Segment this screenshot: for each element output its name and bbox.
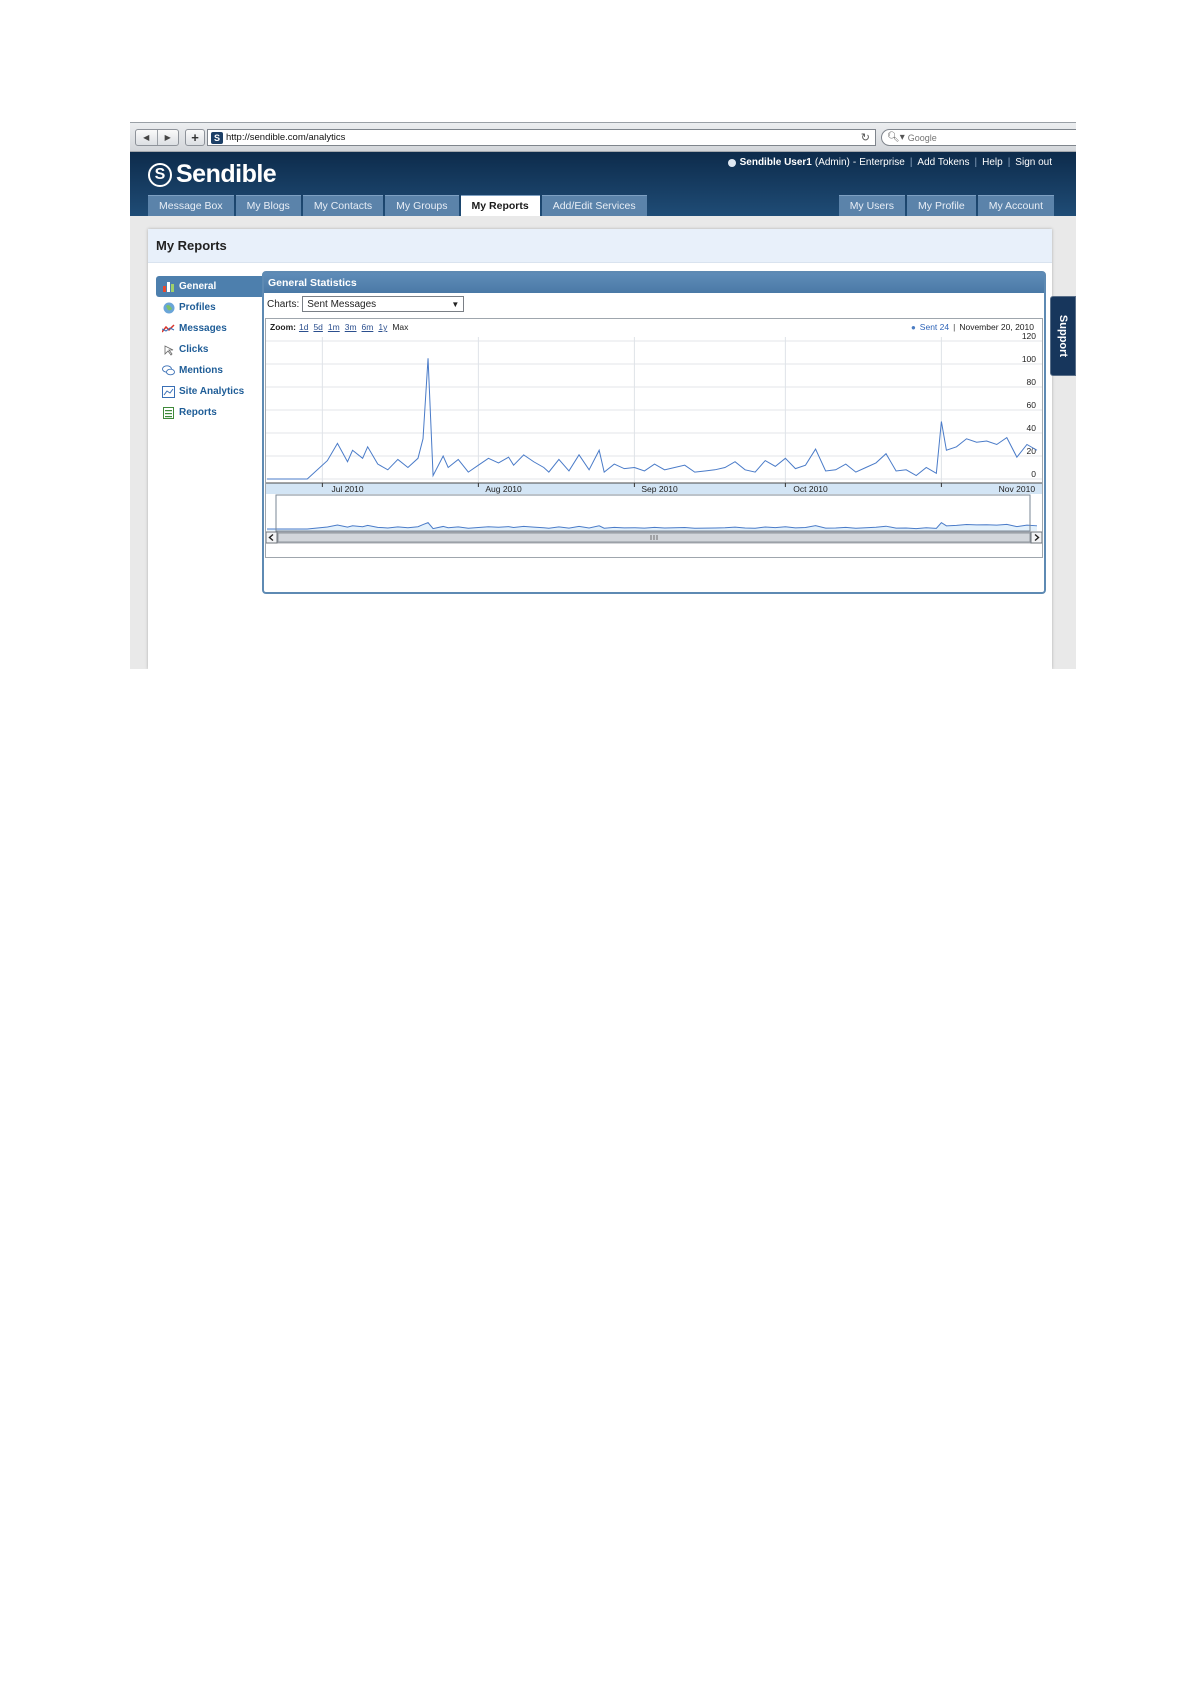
- x-tick-label: Aug 2010: [485, 484, 522, 494]
- tab-my-profile[interactable]: My Profile: [907, 195, 976, 216]
- zoom-label: Zoom:: [270, 322, 296, 332]
- account-tabs: My Users My Profile My Account: [838, 195, 1054, 216]
- speech-bubbles-icon: [162, 364, 175, 377]
- plus-icon[interactable]: +: [185, 129, 205, 146]
- sidebar-item-messages[interactable]: Messages: [156, 318, 264, 339]
- legend-date: November 20, 2010: [959, 322, 1034, 332]
- cursor-icon: [162, 343, 175, 356]
- sidebar-item-label: Mentions: [179, 365, 223, 376]
- sidebar-item-general[interactable]: General: [156, 276, 264, 297]
- app-header: S Sendible Sendible User1 (Admin) - Ente…: [130, 152, 1076, 216]
- reload-icon[interactable]: ↻: [861, 131, 870, 144]
- support-tab[interactable]: Support: [1050, 296, 1076, 376]
- charts-label: Charts:: [267, 298, 300, 310]
- page-title: My Reports: [148, 229, 1052, 263]
- logo-text: Sendible: [176, 160, 277, 188]
- chart-canvas: 020406080100120Jul 2010 Aug 2010 Sep 2010 O…: [266, 331, 1042, 544]
- y-tick-label: 80: [1027, 377, 1037, 387]
- sidebar-item-label: Reports: [179, 407, 217, 418]
- zoom-controls: Zoom: 1d 5d 1m 3m 6m 1y Max: [270, 322, 413, 332]
- sidebar-item-reports[interactable]: Reports: [156, 402, 264, 423]
- chart-type-select[interactable]: Sent Messages ▼: [302, 296, 465, 312]
- site-favicon-icon: S: [211, 131, 223, 144]
- tab-my-blogs[interactable]: My Blogs: [235, 195, 301, 216]
- y-tick-label: 100: [1022, 354, 1036, 364]
- support-label: Support: [1057, 314, 1070, 358]
- tab-my-groups[interactable]: My Groups: [385, 195, 459, 216]
- y-tick-label: 120: [1022, 331, 1036, 341]
- panel-title: General Statistics: [264, 273, 1044, 293]
- analytics-chart-icon: [162, 385, 175, 398]
- sidebar-item-label: Profiles: [179, 302, 216, 313]
- sidebar-item-label: Messages: [179, 323, 227, 334]
- zoom-1m-link[interactable]: 1m: [328, 322, 340, 332]
- sent-messages-chart: 0 20 40 60 80 100 120 Jul 2010 Aug 2010 Sep 2010 O…: [265, 318, 1043, 558]
- sidebar-item-site-analytics[interactable]: Site Analytics: [156, 381, 264, 402]
- tab-my-account[interactable]: My Account: [977, 195, 1054, 216]
- zoom-5d-link[interactable]: 5d: [313, 322, 322, 332]
- screenshot: ◀ ▶ + S http://sendible.com/analytics ↻ …: [130, 122, 1076, 669]
- search-box[interactable]: 🔍︎▾: [881, 129, 1076, 146]
- address-bar[interactable]: S http://sendible.com/analytics ↻: [207, 129, 876, 146]
- search-icon: 🔍︎▾: [887, 132, 905, 143]
- tab-my-users[interactable]: My Users: [838, 195, 906, 216]
- spreadsheet-icon: [162, 406, 175, 419]
- chart-legend: ● Sent 24 | November 20, 2010: [910, 322, 1034, 332]
- general-statistics-panel: General Statistics Charts: Sent Messages…: [262, 271, 1046, 594]
- main-tabs: Message Box My Blogs My Contacts My Grou…: [148, 195, 649, 216]
- zoom-max-link[interactable]: Max: [392, 322, 408, 332]
- add-tokens-link[interactable]: Add Tokens: [917, 157, 969, 168]
- chart-type-value: Sent Messages: [307, 298, 377, 310]
- y-tick-label: 60: [1027, 400, 1037, 410]
- line-chart-icon: [162, 322, 175, 335]
- zoom-1y-link[interactable]: 1y: [378, 322, 387, 332]
- series-line-sent: [267, 358, 1038, 480]
- user-name: Sendible User1: [739, 157, 812, 168]
- scroll-right-button: [1030, 531, 1042, 544]
- user-bar: Sendible User1 (Admin) - Enterprise | Ad…: [727, 157, 1052, 168]
- forward-arrow-icon[interactable]: ▶: [156, 130, 179, 145]
- chart-selector-row: Charts: Sent Messages ▼: [264, 293, 1044, 315]
- x-tick-label: Jul 2010: [331, 484, 363, 494]
- sidebar-item-label: General: [179, 281, 217, 292]
- scroll-left-button: [266, 531, 278, 544]
- url-text[interactable]: http://sendible.com/analytics: [226, 132, 861, 143]
- help-link[interactable]: Help: [982, 157, 1003, 168]
- sign-out-link[interactable]: Sign out: [1015, 157, 1052, 168]
- zoom-6m-link[interactable]: 6m: [362, 322, 374, 332]
- globe-icon: [162, 301, 175, 314]
- search-input[interactable]: [907, 132, 1076, 143]
- tab-my-contacts[interactable]: My Contacts: [302, 195, 384, 216]
- navigation-buttons: ◀ ▶: [135, 129, 179, 146]
- sidebar-item-profiles[interactable]: Profiles: [156, 297, 264, 318]
- zoom-1d-link[interactable]: 1d: [299, 322, 308, 332]
- browser-toolbar: ◀ ▶ + S http://sendible.com/analytics ↻ …: [130, 123, 1076, 152]
- sidebar-item-mentions[interactable]: Mentions: [156, 360, 264, 381]
- x-tick-label: Nov 2010: [999, 484, 1036, 494]
- logo-mark-icon: S: [148, 162, 172, 187]
- chevron-down-icon: ▼: [451, 299, 460, 309]
- x-tick-label: Oct 2010: [793, 484, 828, 494]
- tab-add-edit-services[interactable]: Add/Edit Services: [541, 195, 647, 216]
- legend-dot-icon: ●: [910, 322, 916, 332]
- zoom-3m-link[interactable]: 3m: [345, 322, 357, 332]
- tab-my-reports[interactable]: My Reports: [460, 195, 540, 216]
- legend-series[interactable]: Sent 24: [920, 322, 949, 332]
- content-panel: My Reports General Profiles Messages Cli…: [148, 229, 1052, 669]
- sendible-logo[interactable]: S Sendible: [148, 160, 277, 189]
- sidebar-item-label: Site Analytics: [179, 386, 245, 397]
- sidebar-item-label: Clicks: [179, 344, 209, 355]
- user-role: (Admin): [814, 157, 850, 168]
- back-arrow-icon[interactable]: ◀: [136, 130, 157, 145]
- sidebar-item-clicks[interactable]: Clicks: [156, 339, 264, 360]
- y-tick-label: 0: [1031, 469, 1036, 479]
- reports-sidebar: General Profiles Messages Clicks Mention…: [156, 276, 264, 423]
- y-tick-label: 40: [1027, 423, 1037, 433]
- user-status-icon: [727, 158, 736, 167]
- x-tick-label: Sep 2010: [641, 484, 678, 494]
- navigator-background: [266, 495, 1042, 531]
- user-plan-link[interactable]: Enterprise: [859, 157, 905, 168]
- tab-message-box[interactable]: Message Box: [148, 195, 234, 216]
- bar-chart-icon: [162, 280, 175, 293]
